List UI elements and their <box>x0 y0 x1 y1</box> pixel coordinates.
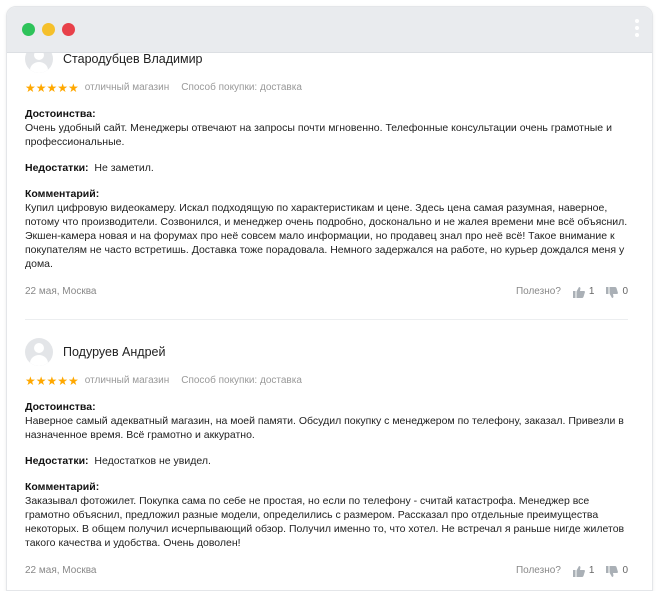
like-button[interactable]: 1 <box>572 564 595 578</box>
likes-count: 1 <box>588 286 595 297</box>
comment-label: Комментарий: <box>25 188 100 200</box>
helpful-label: Полезно? <box>515 286 561 297</box>
thumbs-up-icon <box>572 565 585 577</box>
review-author: Подуруев Андрей <box>63 345 166 359</box>
comment-text: Заказывал фотожилет. Покупка сама по себ… <box>25 495 625 549</box>
menu-dots-icon[interactable] <box>634 19 640 37</box>
cons-line: Недостатки: Не заметил. <box>25 161 628 175</box>
pros-text: Наверное самый адекватный магазин, на мо… <box>25 415 624 441</box>
comment-label: Комментарий: <box>25 481 100 493</box>
window-minimize-button[interactable] <box>42 23 55 36</box>
rating-label: отличный магазин <box>84 82 170 93</box>
review-card: Стародубцев Владимир ★★★★★ отличный мага… <box>25 45 628 299</box>
cons-label: Недостатки: <box>25 455 89 467</box>
cons-line: Недостатки: Недостатков не увидел. <box>25 454 628 468</box>
cons-label: Недостатки: <box>25 162 89 174</box>
window-titlebar <box>7 7 652 53</box>
pros-label: Достоинства: <box>25 401 96 413</box>
pros-label: Достоинства: <box>25 108 96 120</box>
rating-label: отличный магазин <box>84 375 170 386</box>
avatar <box>25 338 53 366</box>
review-date-location: 22 мая, Москва <box>25 565 97 576</box>
like-button[interactable]: 1 <box>572 285 595 299</box>
dislike-button[interactable]: 0 <box>606 285 628 299</box>
rating-stars: ★★★★★ <box>25 81 79 95</box>
dislikes-count: 0 <box>622 286 628 297</box>
window-close-button[interactable] <box>62 23 75 36</box>
review-date-location: 22 мая, Москва <box>25 286 97 297</box>
review-header: Подуруев Андрей <box>25 338 628 366</box>
cons-text: Недостатков не увидел. <box>94 455 211 467</box>
cons-text: Не заметил. <box>94 162 154 174</box>
rating-stars: ★★★★★ <box>25 374 79 388</box>
comment-text: Купил цифровую видеокамеру. Искал подход… <box>25 202 628 270</box>
window-maximize-button[interactable] <box>22 23 35 36</box>
purchase-method: Способ покупки: доставка <box>181 375 302 386</box>
thumbs-down-icon <box>606 565 619 577</box>
thumbs-up-icon <box>572 286 585 298</box>
helpful-label: Полезно? <box>515 565 561 576</box>
reviews-list: Стародубцев Владимир ★★★★★ отличный мага… <box>7 7 652 590</box>
review-divider <box>25 319 628 320</box>
review-footer: 22 мая, Москва Полезно? 1 0 <box>25 285 628 299</box>
dislikes-count: 0 <box>622 565 628 576</box>
review-author: Стародубцев Владимир <box>63 52 203 66</box>
browser-window: Стародубцев Владимир ★★★★★ отличный мага… <box>6 6 653 591</box>
thumbs-down-icon <box>606 286 619 298</box>
dislike-button[interactable]: 0 <box>606 564 628 578</box>
likes-count: 1 <box>588 565 595 576</box>
review-footer: 22 мая, Москва Полезно? 1 0 <box>25 564 628 578</box>
review-card: Подуруев Андрей ★★★★★ отличный магазин С… <box>25 338 628 578</box>
review-meta: ★★★★★ отличный магазин Способ покупки: д… <box>25 81 628 95</box>
review-meta: ★★★★★ отличный магазин Способ покупки: д… <box>25 374 628 388</box>
pros-text: Очень удобный сайт. Менеджеры отвечают н… <box>25 122 612 148</box>
purchase-method: Способ покупки: доставка <box>181 82 302 93</box>
